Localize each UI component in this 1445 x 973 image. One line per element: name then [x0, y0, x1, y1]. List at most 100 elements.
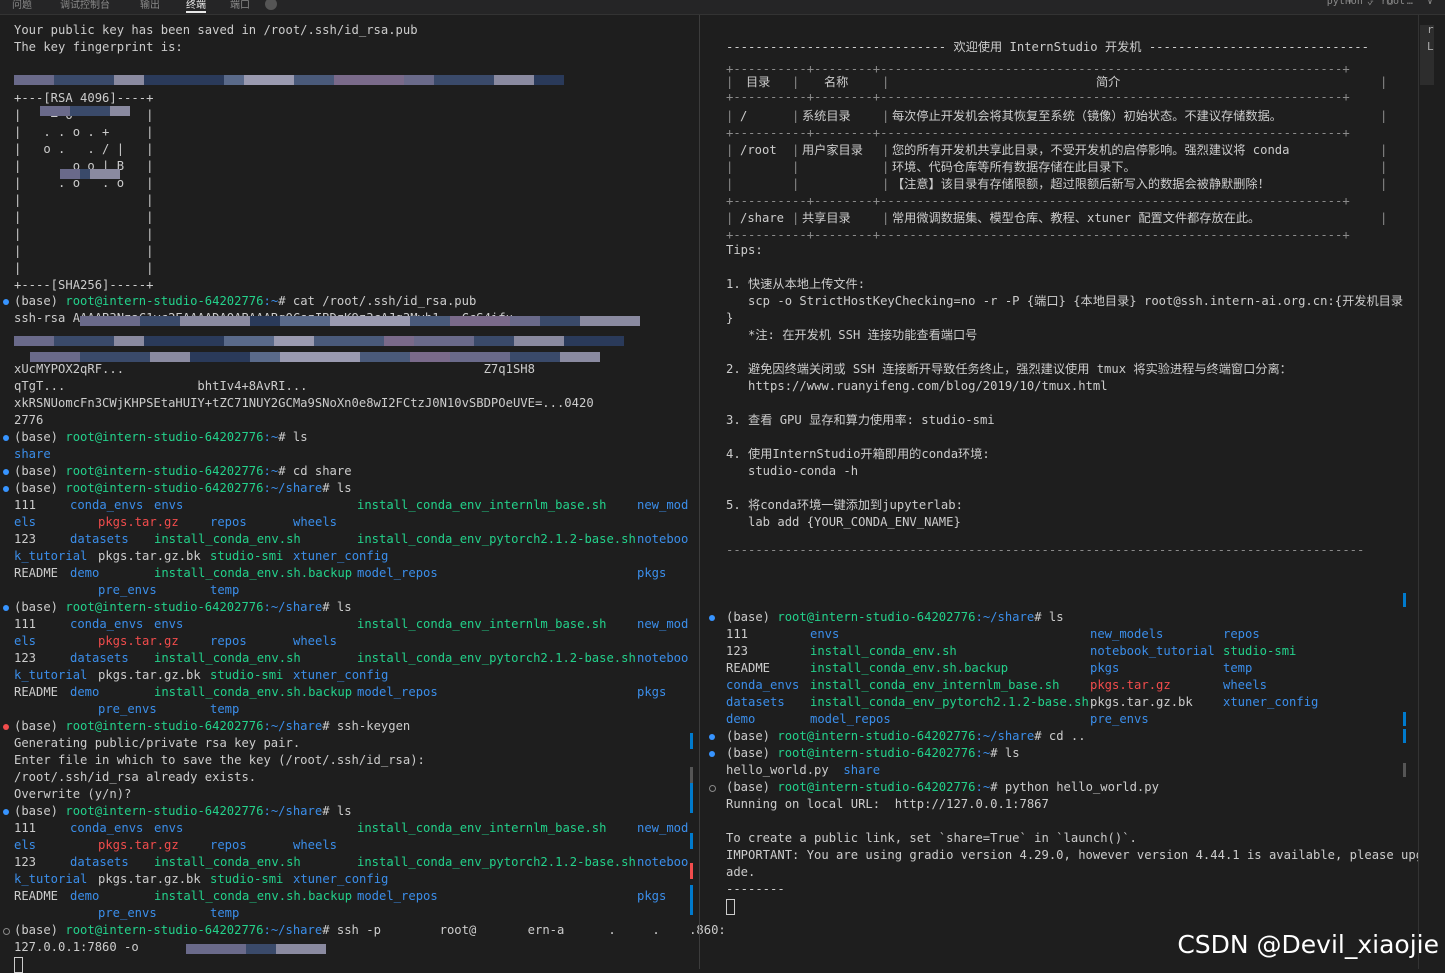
ls-entry: install_conda_env_pytorch2.1.2-base.sh	[357, 531, 636, 548]
prompt-env: (base)	[14, 804, 66, 818]
ls-entry-name: studio-smi	[1223, 644, 1297, 658]
ls-entry-name: repos	[210, 838, 247, 852]
prompt-line: (base) root@intern-studio-64202776:~# ca…	[14, 293, 476, 310]
terminal-text: Running on local URL: http://127.0.0.1:7…	[726, 797, 1049, 811]
ls-entry: conda_envs	[70, 616, 143, 633]
ls-entry: README	[726, 660, 770, 677]
command-status-dot[interactable]	[709, 751, 715, 757]
terminal-output-line: | . . o . + |	[14, 124, 153, 141]
terminal-output-line: 127.0.0.1:7860 -o	[14, 939, 146, 956]
terminal-output-line: | |	[14, 192, 153, 209]
table-cell-border: |	[882, 176, 889, 193]
ls-entry: 111	[14, 497, 36, 514]
ls-entry: install_conda_env.sh.backup	[810, 660, 1008, 677]
ls-entry-name: install_conda_env.sh	[154, 855, 301, 869]
ls-entry: model_repos	[357, 888, 438, 905]
tips-title: Tips:	[726, 242, 763, 259]
tip-line: 2. 避免因终端关闭或 SSH 连接断开导致任务终止，强烈建议使用 tmux 将…	[726, 361, 1292, 378]
redacted-region	[60, 168, 120, 179]
terminal-text: Overwrite (y/n)?	[14, 787, 132, 801]
prompt-path: :~/share	[975, 729, 1035, 743]
command-status-dot[interactable]	[3, 469, 9, 475]
ls-entry-name: xtuner_config	[293, 549, 389, 563]
redaction-block	[580, 316, 640, 326]
command-status-dot[interactable]	[3, 809, 9, 815]
command-status-dot[interactable]	[3, 299, 9, 305]
panel-tab[interactable]: 终端	[186, 0, 206, 13]
ls-entry: pkgs.tar.gz	[1090, 677, 1171, 694]
terminal-text: 【注意】该目录有存储限额，超过限额后新写入的数据会被静默删除！	[892, 177, 1270, 191]
ls-entry: pkgs	[1090, 660, 1119, 677]
ls-entry-name: wheels	[1223, 678, 1268, 692]
redaction-block	[54, 75, 114, 85]
table-cell-name: 共享目录	[802, 210, 851, 227]
ls-entry-name: 123	[14, 532, 37, 546]
prompt-line: (base) root@intern-studio-64202776:~# ls	[14, 429, 308, 446]
ls-entry-name: xtuner_config	[293, 668, 389, 682]
command-status-dot[interactable]	[3, 605, 9, 611]
ls-entry: 111	[14, 820, 36, 837]
ls-entry-name: els	[14, 838, 37, 852]
pane-divider[interactable]	[699, 15, 700, 969]
table-cell-desc: 简介	[1096, 74, 1120, 91]
ls-entry: pkgs.tar.gz.bk	[1090, 694, 1193, 711]
terminal-text: Generating public/private rsa key pair.	[14, 736, 301, 750]
table-cell-border: |	[726, 210, 733, 227]
ls-entry-name: pkgs	[1090, 661, 1120, 675]
tip-line: 1. 快速从本地上传文件:	[726, 276, 865, 293]
ls-entry: pre_envs	[98, 905, 157, 922]
prompt-host: root@intern-studio-64202776	[65, 600, 264, 614]
terminal-output-line: Generating public/private rsa key pair.	[14, 735, 300, 752]
ls-entry: demo	[70, 888, 99, 905]
table-cell-border: |	[726, 142, 733, 159]
ls-entry-name: pre_envs	[98, 702, 157, 716]
command-status-dot[interactable]	[3, 928, 10, 935]
command-status-dot[interactable]	[3, 486, 9, 492]
prompt-command: # ls	[1034, 610, 1064, 624]
command-status-dot[interactable]	[709, 785, 716, 792]
ls-entry-name: noteboo	[637, 532, 689, 546]
ls-entry-name: pkgs.tar.gz.bk	[98, 872, 201, 886]
terminal-text: |	[1380, 109, 1388, 123]
table-cell-border: |	[792, 108, 799, 125]
prompt-line: (base) root@intern-studio-64202776:~# cd…	[14, 463, 352, 480]
command-status-dot[interactable]	[3, 435, 9, 441]
ls-entry-name: model_repos	[357, 566, 438, 580]
prompt-line: (base) root@intern-studio-64202776:~/sha…	[726, 728, 1086, 745]
command-status-dot[interactable]	[709, 734, 715, 740]
terminal-output-line: /root/.ssh/id_rsa already exists.	[14, 769, 256, 786]
ls-entry: noteboo	[637, 854, 688, 871]
terminal-text: +----[SHA256]-----+	[14, 278, 154, 292]
panel-actions-icons[interactable]: + ⌄ ▢ … ∨	[1347, 0, 1437, 7]
terminal-text: | |	[14, 227, 154, 241]
panel-tab[interactable]: 输出	[140, 0, 160, 11]
table-cell-name: 名称	[824, 74, 848, 91]
right-scrollbar[interactable]: rL	[1418, 15, 1445, 969]
terminal-cursor[interactable]	[726, 898, 735, 915]
ls-entry: pkgs.tar.gz	[98, 514, 179, 531]
table-cell-dir: /	[740, 108, 747, 125]
tip-line: *注: 在开发机 SSH 连接功能查看端口号	[726, 327, 977, 344]
panel-tab[interactable]: 端口	[230, 0, 250, 11]
terminal-cursor[interactable]	[14, 956, 23, 973]
command-status-dot[interactable]	[3, 724, 9, 730]
prompt-host: root@intern-studio-64202776	[65, 464, 264, 478]
prompt-env: (base)	[14, 430, 66, 444]
table-cell-border: |	[726, 74, 733, 91]
command-status-dot[interactable]	[709, 615, 715, 621]
ls-entry: noteboo	[637, 650, 688, 667]
table-cell-border: |	[792, 210, 799, 227]
prompt-line: (base) root@intern-studio-64202776:~/sha…	[14, 599, 352, 616]
panel-tab[interactable]: 调试控制台	[60, 0, 110, 11]
table-cell-desc: 【注意】该目录有存储限额，超过限额后新写入的数据会被静默删除！	[892, 176, 1270, 193]
ls-entry: new_mod	[637, 616, 688, 633]
ls-entry-name: install_conda_env_internlm_base.sh	[810, 678, 1060, 692]
ls-entry: studio-smi	[210, 871, 283, 888]
terminal-text: /	[740, 109, 748, 123]
ls-entry: conda_envs	[70, 497, 143, 514]
panel-tab[interactable]: 问题	[12, 0, 32, 11]
terminal-pane-right[interactable]: ------------------------------ 欢迎使用 Inte…	[706, 15, 1430, 969]
ls-entry: temp	[1223, 660, 1252, 677]
terminal-output-line: xUcMYPOX2qRF... Z7q1SH8	[14, 361, 535, 378]
terminal-pane-left[interactable]: Your public key has been saved in /root/…	[0, 15, 726, 973]
